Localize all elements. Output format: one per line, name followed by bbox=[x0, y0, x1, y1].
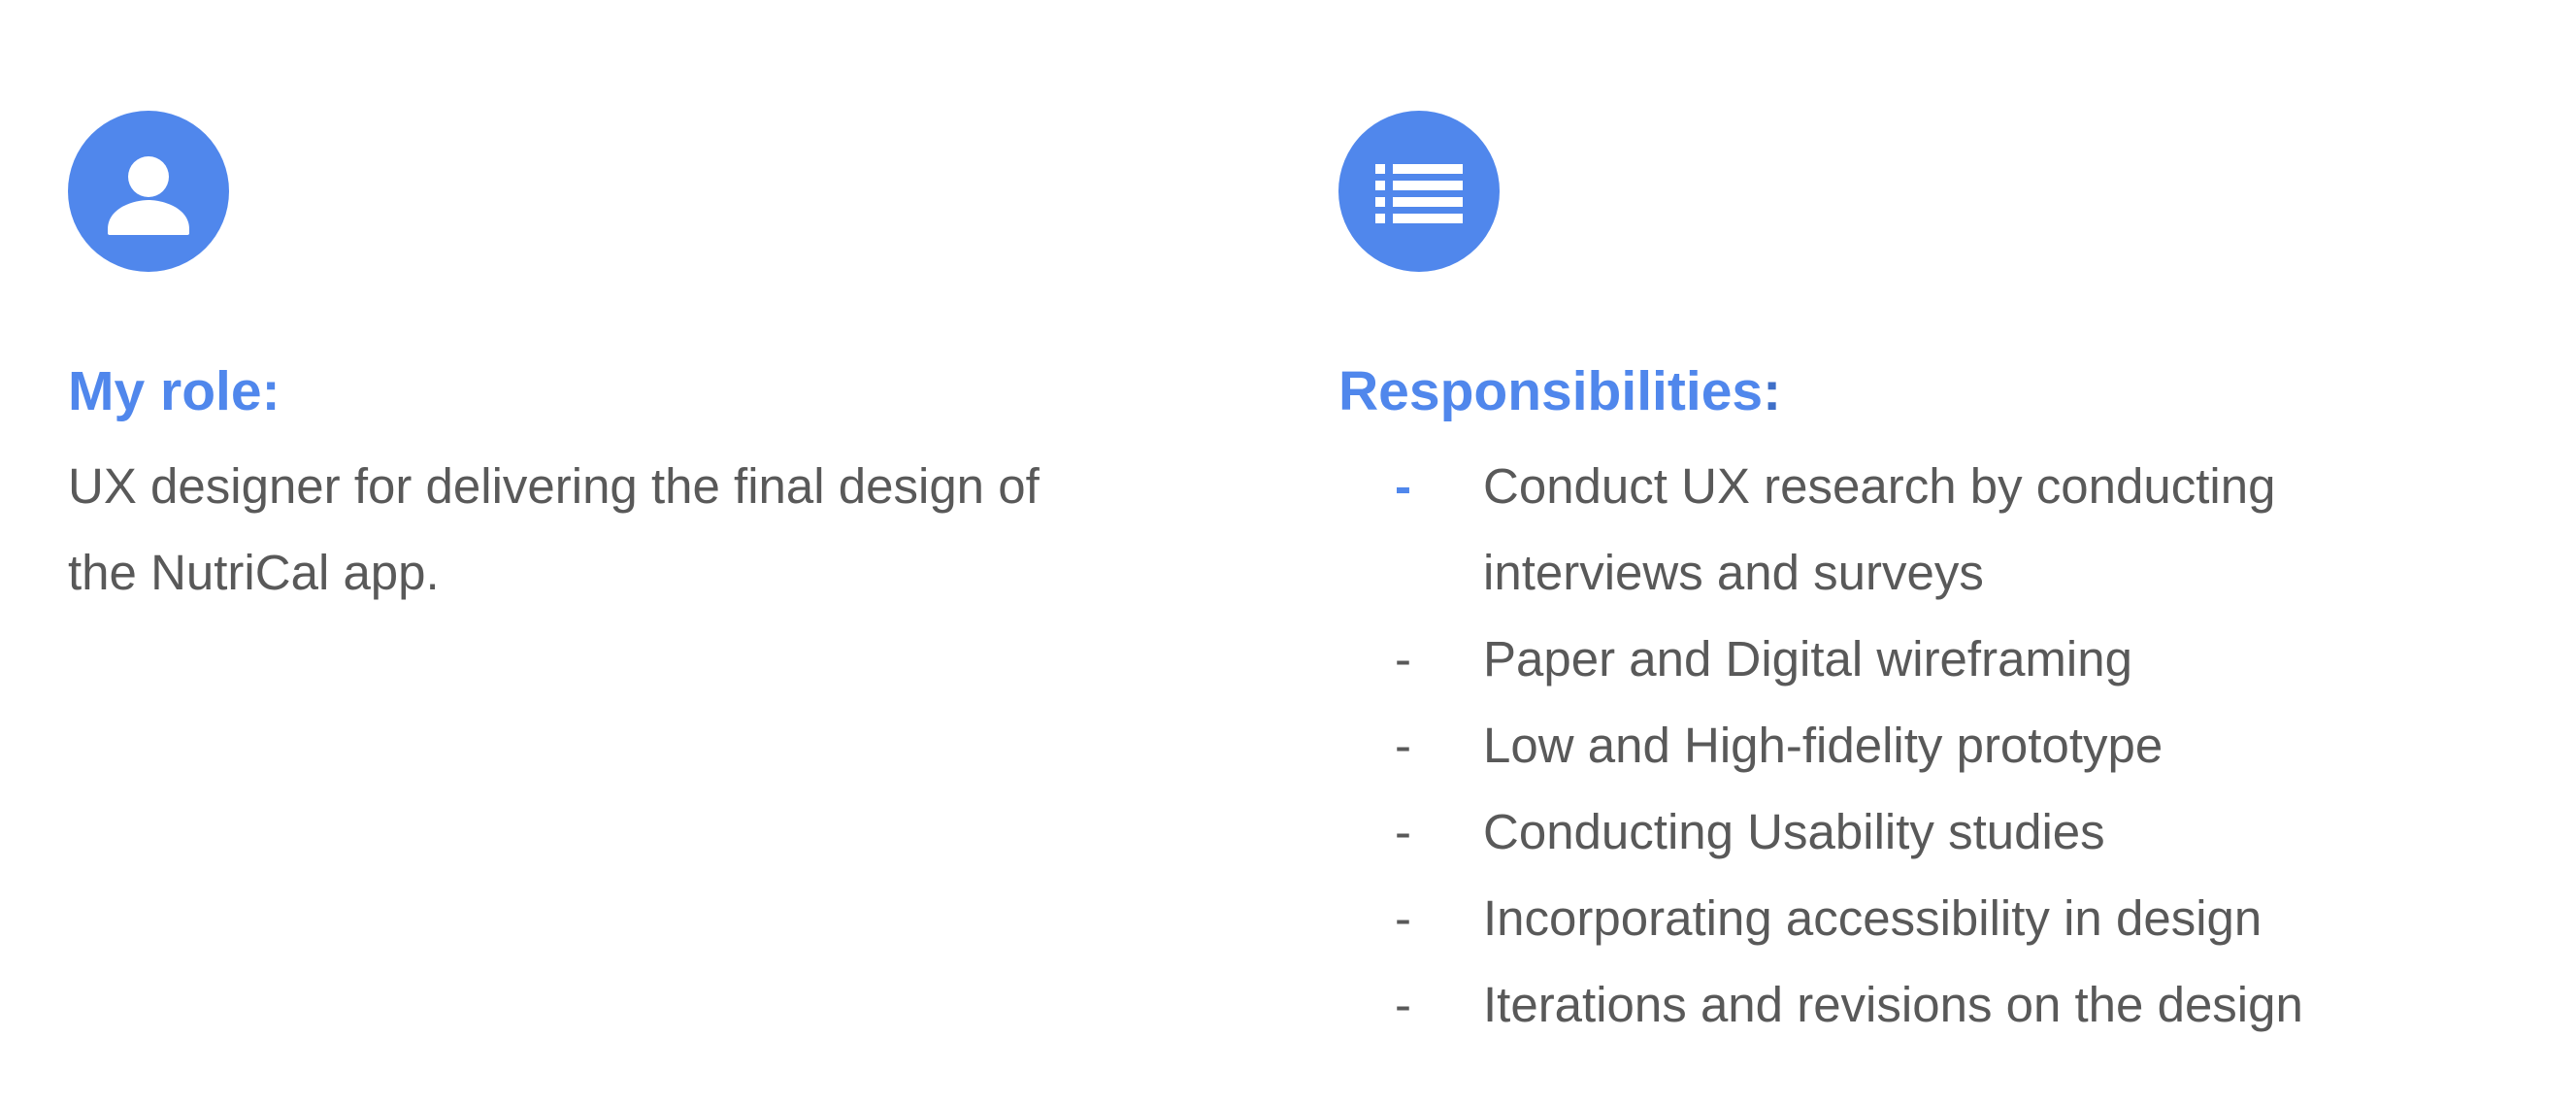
list-item-text: Conduct UX research by conducting interv… bbox=[1483, 458, 2276, 600]
responsibilities-heading-label: Responsibilities bbox=[1338, 360, 1764, 422]
responsibilities-list: - Conduct UX research by conducting inte… bbox=[1338, 443, 2552, 1048]
list-item: - Conduct UX research by conducting inte… bbox=[1338, 443, 2376, 616]
list-icon bbox=[1338, 111, 1500, 272]
bullet-dash: - bbox=[1395, 631, 1411, 686]
list-item: - Low and High-fidelity prototype bbox=[1338, 702, 2552, 788]
list-item: - Conducting Usability studies bbox=[1338, 788, 2552, 875]
list-item-text: Low and High-fidelity prototype bbox=[1483, 718, 2163, 773]
list-item-text: Paper and Digital wireframing bbox=[1483, 631, 2132, 686]
bullet-dash: - bbox=[1395, 718, 1411, 773]
list-item: - Paper and Digital wireframing bbox=[1338, 616, 2552, 702]
list-item: - Iterations and revisions on the design bbox=[1338, 961, 2552, 1048]
bullet-dash: - bbox=[1395, 977, 1411, 1032]
bullet-dash: - bbox=[1395, 890, 1411, 946]
list-item-text: Incorporating accessibility in design bbox=[1483, 890, 2262, 946]
role-heading-label: My role bbox=[68, 360, 262, 422]
role-heading: My role: bbox=[68, 354, 281, 428]
list-item-text: Conducting Usability studies bbox=[1483, 804, 2105, 859]
person-icon bbox=[68, 111, 229, 272]
role-heading-colon: : bbox=[261, 360, 281, 422]
bullet-dash: - bbox=[1395, 458, 1411, 514]
responsibilities-heading-colon: : bbox=[1763, 360, 1782, 422]
responsibilities-heading: Responsibilities: bbox=[1338, 354, 1781, 428]
role-description: UX designer for delivering the final des… bbox=[68, 458, 1040, 600]
list-item: - Incorporating accessibility in design bbox=[1338, 875, 2552, 961]
bullet-dash: - bbox=[1395, 804, 1411, 859]
list-item-text: Iterations and revisions on the design bbox=[1483, 977, 2303, 1032]
